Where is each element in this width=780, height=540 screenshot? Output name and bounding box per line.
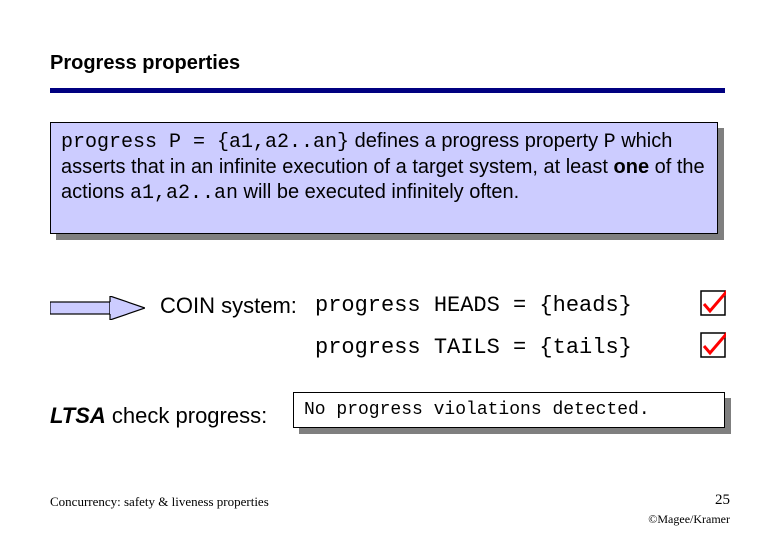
ltsa-label-rest: check progress:	[106, 403, 267, 428]
checkbox-checked-icon	[700, 290, 726, 316]
def-code-2: P	[604, 131, 616, 154]
result-box: No progress violations detected.	[293, 392, 725, 428]
def-text-1a: defines a progress property	[349, 130, 604, 152]
result-text: No progress violations detected.	[304, 400, 650, 420]
coin-label: COIN system:	[160, 293, 297, 319]
def-code-3: a1,a2..an	[130, 182, 238, 205]
arrow-right-icon	[50, 296, 145, 320]
ltsa-label-italic: LTSA	[50, 403, 106, 428]
page-title: Progress properties	[50, 52, 240, 75]
slide: Progress properties progress P = {a1,a2.…	[0, 0, 780, 540]
ltsa-label: LTSA check progress:	[50, 403, 267, 429]
progress-heads-code: progress HEADS = {heads}	[315, 293, 632, 318]
def-bold: one	[614, 156, 650, 178]
footer-topic: Concurrency: safety & liveness propertie…	[50, 494, 269, 510]
title-underline	[50, 88, 725, 93]
def-code-1: progress P = {a1,a2..an}	[61, 131, 349, 154]
checkbox-checked-icon	[700, 332, 726, 358]
progress-tails-code: progress TAILS = {tails}	[315, 335, 632, 360]
definition-box: progress P = {a1,a2..an} defines a progr…	[50, 122, 718, 234]
copyright: ©Magee/Kramer	[648, 512, 730, 527]
page-number: 25	[715, 492, 730, 509]
def-text-3: will be executed infinitely often.	[238, 181, 519, 203]
